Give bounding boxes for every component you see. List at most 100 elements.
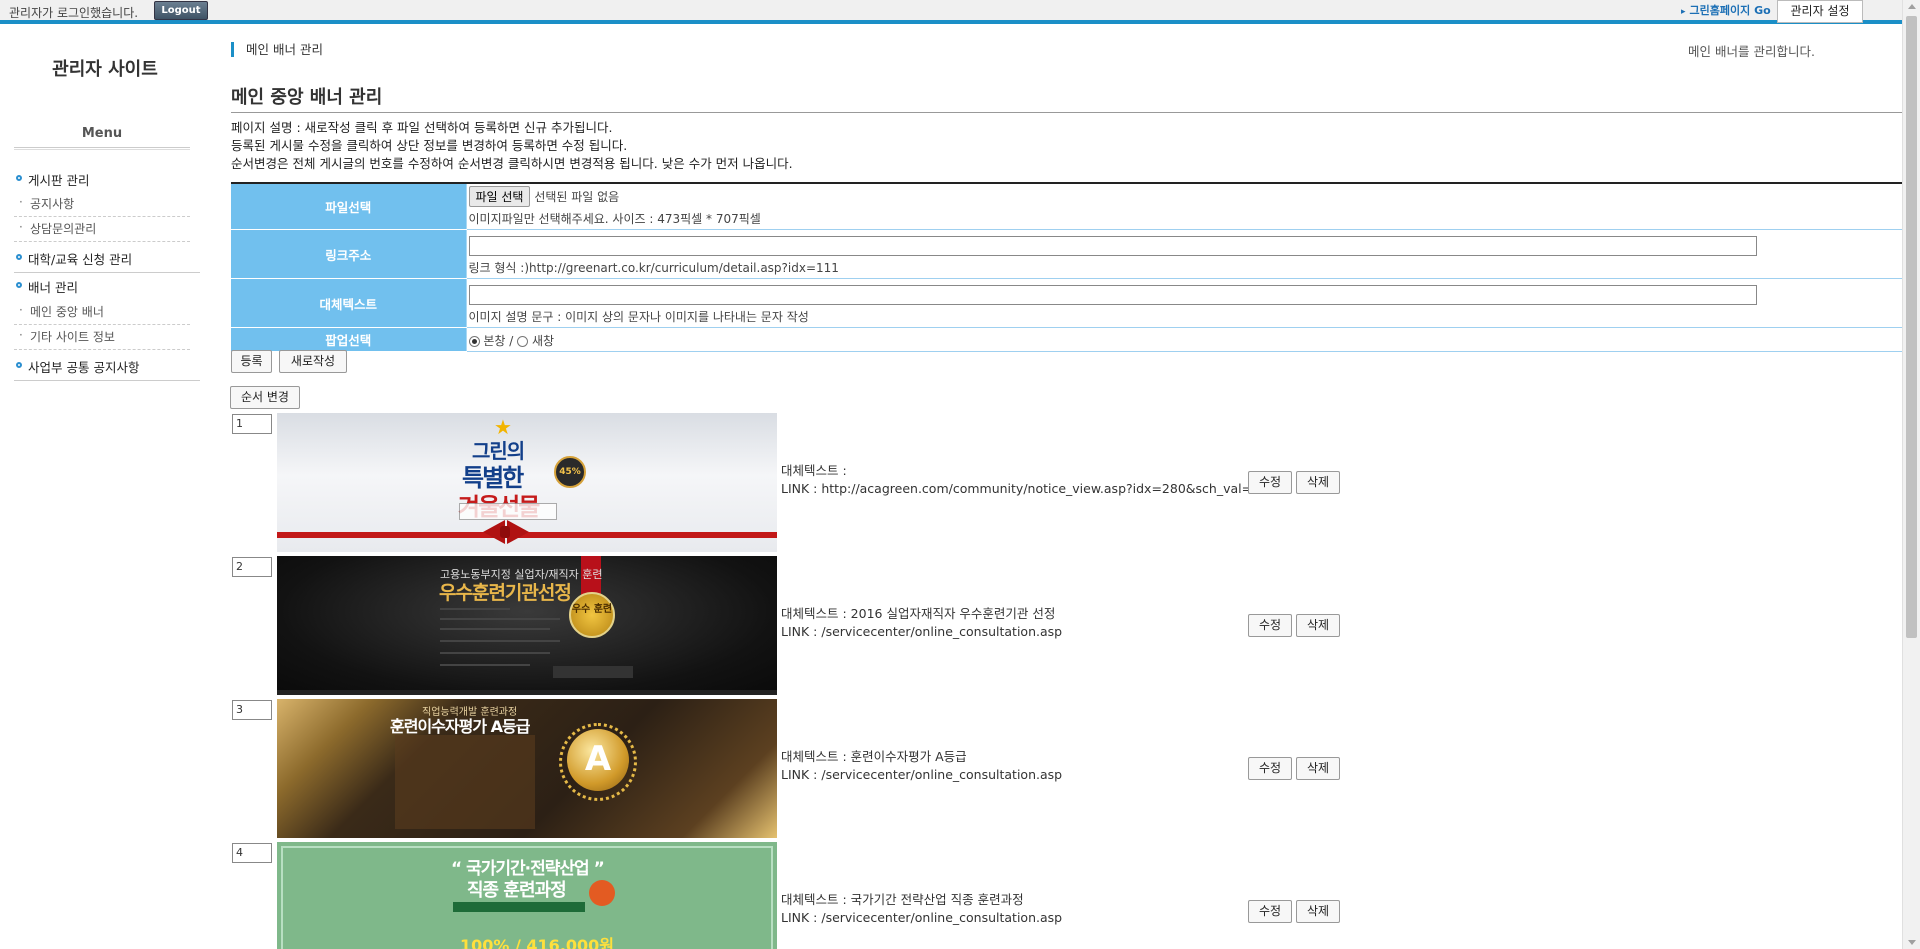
banner-image-2[interactable]: 고용노동부지정 실업자/재직자 훈련 우수훈련기관선정 우수 훈련 [277, 556, 777, 695]
edit-button[interactable]: 수정 [1248, 471, 1292, 494]
banner-image-text: 우수훈련기관선정 [439, 582, 572, 604]
delete-button[interactable]: 삭제 [1296, 614, 1340, 637]
banner-order-input[interactable]: 1 [232, 414, 272, 434]
delete-button[interactable]: 삭제 [1296, 471, 1340, 494]
sidebar-category-label: 배너 관리 [28, 280, 78, 295]
banner-alt-text: 대체텍스트 : [781, 463, 847, 478]
banner-info-1: 대체텍스트 : LINK : http://acagreen.com/commu… [781, 462, 1252, 498]
sidebar-category-board[interactable]: 게시판 관리 [14, 170, 200, 189]
sidebar-category-common-notice[interactable]: 사업부 공통 공지사항 [14, 357, 200, 376]
sidebar-item-consultation[interactable]: 상담문의관리 [14, 220, 190, 242]
vertical-scrollbar[interactable] [1902, 0, 1920, 949]
scroll-up-arrow-icon[interactable] [1908, 4, 1916, 9]
link-field-label: 링크주소 [231, 229, 467, 279]
banner-logo-area [553, 666, 633, 678]
edit-button[interactable]: 수정 [1248, 757, 1292, 780]
banner-link: LINK : /servicecenter/online_consultatio… [781, 910, 1063, 925]
sidebar-category-label: 사업부 공통 공지사항 [28, 360, 140, 375]
delete-button[interactable]: 삭제 [1296, 900, 1340, 923]
top-bar: 관리자가 로그인했습니다. Logout 그린홈페이지 Go 관리자 설정 [0, 0, 1902, 24]
banner-text-panel [395, 735, 535, 829]
banner-image-3[interactable]: 직업능력개발 훈련과정 훈련이수자평가 A등급 A [277, 699, 777, 838]
logout-button[interactable]: Logout [154, 1, 208, 20]
alt-text-input[interactable] [468, 285, 1757, 305]
banner-alt-text: 대체텍스트 : 훈련이수자평가 A등급 [781, 749, 967, 764]
banner-image-4[interactable]: “ 국가기간·전략산업 ” 직종 훈련과정 100% / 416,000원 [277, 842, 777, 949]
text-line-decoration [440, 618, 560, 620]
home-link[interactable]: 그린홈페이지 Go [1681, 2, 1771, 18]
sidebar-category-label: 게시판 관리 [28, 173, 90, 188]
banner-form: 파일선택 파일 선택 선택된 파일 없음 이미지파일만 선택해주세요. 사이즈 … [231, 182, 1902, 352]
page-instructions-3: 순서변경은 전체 게시글의 번호를 수정하여 순서변경 클릭하시면 변경적용 됩… [231, 156, 793, 171]
file-status: 선택된 파일 없음 [534, 190, 620, 204]
new-write-button[interactable]: 새로작성 [279, 350, 347, 373]
popup-new-window-radio[interactable] [517, 336, 529, 347]
page-instructions-1: 페이지 설명 : 새로작성 클릭 후 파일 선택하여 등록하면 신규 추가됩니다… [231, 120, 613, 135]
sidebar-item-main-banner[interactable]: 메인 중앙 배너 [14, 303, 190, 325]
banner-alt-text: 대체텍스트 : 2016 실업자재직자 우수훈련기관 선정 [781, 606, 1056, 621]
sidebar-category-label: 대학/교육 신청 관리 [28, 252, 133, 267]
circle-bullet-icon [16, 362, 22, 368]
popup-field-label: 팝업선택 [231, 327, 467, 352]
text-line-decoration [440, 628, 550, 630]
banner-link: LINK : http://acagreen.com/community/not… [781, 481, 1253, 496]
banner-fine-print [459, 503, 557, 520]
alt-text-field-label: 대체텍스트 [231, 278, 467, 328]
banner-image-1[interactable]: ★ 그린의 특별한 겨울선물 45% [277, 413, 777, 552]
sidebar-divider [14, 380, 200, 381]
banner-order-input[interactable]: 4 [232, 843, 272, 863]
discount-badge: 45% [554, 456, 586, 488]
popup-self-label: 본창 / [483, 334, 514, 348]
banner-link: LINK : /servicecenter/online_consultatio… [781, 624, 1063, 639]
circle-bullet-icon [16, 254, 22, 260]
page-description: 메인 배너를 관리합니다. [1688, 44, 1815, 59]
admin-settings-button[interactable]: 관리자 설정 [1777, 0, 1863, 23]
circle-bullet-icon [16, 175, 22, 181]
banner-link: LINK : /servicecenter/online_consultatio… [781, 767, 1063, 782]
delete-button[interactable]: 삭제 [1296, 757, 1340, 780]
popup-new-window-label: 새창 [531, 334, 555, 348]
banner-image-text: 직종 훈련과정 [467, 880, 567, 901]
sidebar-category-education[interactable]: 대학/교육 신청 관리 [14, 249, 200, 268]
sidebar-item-notice[interactable]: 공지사항 [14, 195, 190, 217]
register-button[interactable]: 등록 [231, 350, 272, 373]
bow-knot [500, 526, 510, 538]
change-order-button[interactable]: 순서 변경 [230, 386, 300, 409]
bow-icon [507, 520, 529, 544]
banner-info-4: 대체텍스트 : 국가기간 전략산업 직종 훈련과정 LINK : /servic… [781, 891, 1062, 927]
file-help-text: 이미지파일만 선택해주세요. 사이즈 : 473픽셀 * 707픽셀 [468, 212, 761, 226]
popup-self-radio[interactable] [468, 336, 480, 347]
banner-info-2: 대체텍스트 : 2016 실업자재직자 우수훈련기관 선정 LINK : /se… [781, 605, 1062, 641]
menu-title: Menu [14, 126, 190, 150]
sidebar-divider [14, 272, 200, 273]
scroll-thumb[interactable] [1906, 16, 1917, 638]
text-line-decoration [440, 652, 550, 654]
login-status-text: 관리자가 로그인했습니다. [9, 6, 139, 20]
sidebar-item-other-site-info[interactable]: 기타 사이트 정보 [14, 328, 190, 350]
edit-button[interactable]: 수정 [1248, 900, 1292, 923]
sidebar-category-banner[interactable]: 배너 관리 [14, 277, 200, 296]
grade-a-medal-icon: A [567, 729, 629, 791]
file-select-button[interactable]: 파일 선택 [468, 186, 531, 207]
banner-order-input[interactable]: 2 [232, 557, 272, 577]
banner-green-bar [453, 902, 585, 912]
site-title: 관리자 사이트 [52, 59, 158, 80]
medal-icon: 우수 훈련 [569, 592, 615, 638]
banner-image-text: 100% / 416,000원 [460, 936, 615, 949]
orange-circle-icon [589, 880, 615, 906]
breadcrumb: 메인 배너 관리 [231, 42, 323, 57]
alt-text-help: 이미지 설명 문구 : 이미지 상의 문자나 이미지를 나타내는 문자 작성 [468, 310, 809, 324]
edit-button[interactable]: 수정 [1248, 614, 1292, 637]
banner-image-text: 훈련이수자평가 A등급 [390, 717, 530, 736]
text-line-decoration [440, 664, 530, 666]
link-url-input[interactable] [468, 236, 1757, 256]
circle-bullet-icon [16, 282, 22, 288]
banner-info-3: 대체텍스트 : 훈련이수자평가 A등급 LINK : /servicecente… [781, 748, 1062, 784]
banner-order-input[interactable]: 3 [232, 700, 272, 720]
banner-bottom-bar [277, 690, 777, 695]
link-help-text: 링크 형식 :)http://greenart.co.kr/curriculum… [468, 261, 839, 275]
scroll-down-arrow-icon[interactable] [1908, 940, 1916, 945]
text-line-decoration [440, 608, 510, 610]
text-line-decoration [440, 640, 560, 642]
page-instructions-2: 등록된 게시물 수정을 클릭하여 상단 정보를 변경하여 등록하면 수정 됩니다… [231, 138, 628, 153]
